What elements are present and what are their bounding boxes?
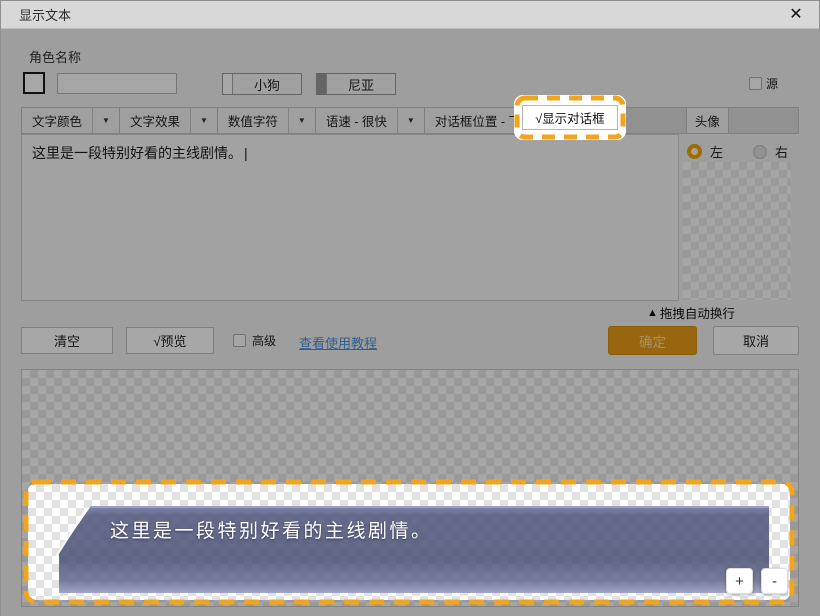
zoom-in-button[interactable]: +: [726, 568, 753, 594]
titlebar: 显示文本 ✕: [1, 1, 819, 29]
window-title: 显示文本: [19, 5, 71, 24]
dialog-preview-text: 这里是一段特别好看的主线剧情。: [110, 516, 433, 543]
show-dialog-highlight: √显示对话框: [514, 95, 626, 140]
zoom-out-button[interactable]: -: [761, 568, 788, 594]
dialog-body: 角色名称 小狗 尼亚 源 文字颜色 ▼ 文字效果 ▼: [1, 29, 820, 616]
dialog-preview-highlight: 这里是一段特别好看的主线剧情。 + -: [23, 479, 795, 605]
close-icon[interactable]: ✕: [785, 4, 807, 26]
show-dialog-toggle-button[interactable]: √显示对话框: [522, 105, 618, 130]
dialog-preview-canvas: 这里是一段特别好看的主线剧情。 + -: [28, 484, 790, 600]
display-text-dialog: 显示文本 ✕ 角色名称 小狗 尼亚 源 文字颜色 ▼ 文字效果: [0, 0, 820, 616]
